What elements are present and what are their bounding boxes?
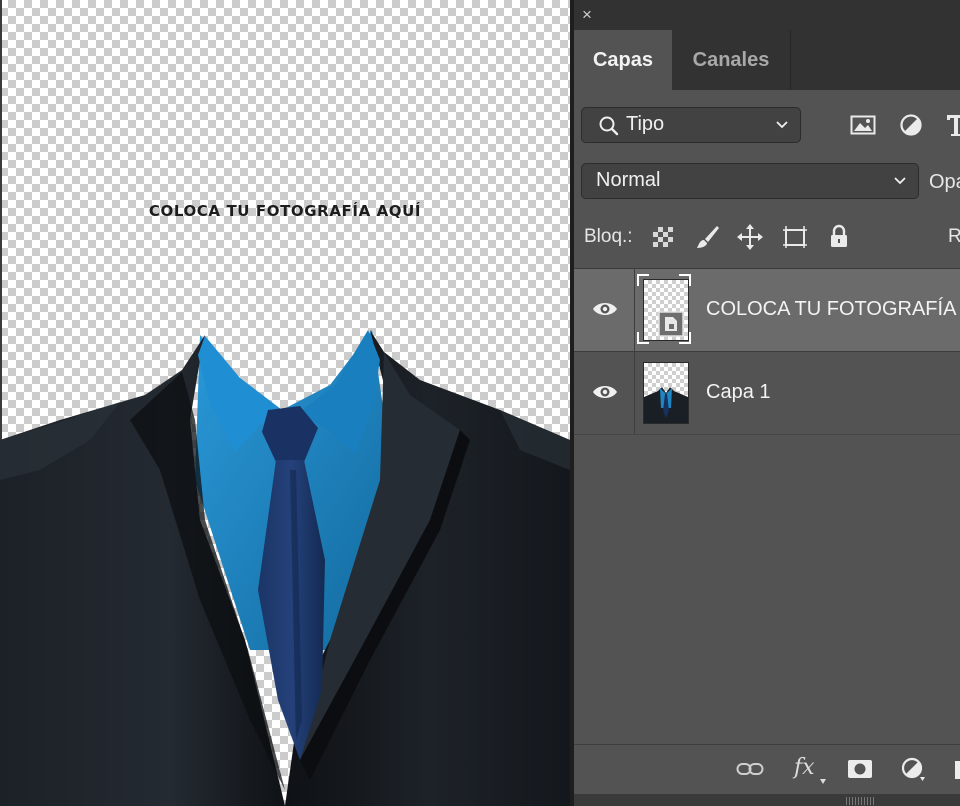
layer-thumbnail[interactable] (643, 362, 689, 424)
lock-artboard-icon[interactable] (781, 224, 809, 250)
chevron-down-icon (894, 177, 906, 185)
lock-transparent-pixels-icon[interactable] (652, 226, 674, 248)
fx-icon[interactable]: fx (794, 755, 815, 780)
image-filter-icon[interactable] (850, 114, 876, 136)
layer-row-capa-1[interactable]: Capa 1 (574, 352, 960, 435)
layers-toolbar: Tipo Normal Opa Bloq.: (574, 90, 960, 269)
chevron-down-icon (776, 121, 788, 129)
suit-image (0, 330, 570, 806)
visibility-toggle[interactable] (574, 269, 635, 351)
filter-type-label: Tipo (626, 113, 665, 135)
new-adjustment-icon[interactable] (901, 757, 925, 781)
layers-panel-footer: fx (574, 744, 960, 795)
resize-grip[interactable] (846, 797, 874, 805)
opacity-label: Opa (929, 171, 960, 193)
fx-menu-arrow-icon (820, 779, 826, 784)
search-icon (599, 116, 619, 136)
document-canvas[interactable]: COLOCA TU FOTOGRAFÍA AQUÍ (0, 0, 570, 806)
tab-capas[interactable]: Capas (574, 30, 672, 90)
lock-image-pixels-icon[interactable] (696, 224, 720, 250)
panel-header-bar: × (574, 0, 960, 30)
panel-tabs: Capas Canales (574, 30, 960, 90)
panel-bottom-bar (574, 794, 960, 806)
visibility-toggle[interactable] (574, 352, 635, 434)
eye-icon[interactable] (592, 299, 618, 319)
layer-name[interactable]: Capa 1 (706, 381, 771, 404)
smart-object-icon (658, 311, 684, 337)
layer-name[interactable]: COLOCA TU FOTOGRAFÍA (706, 298, 956, 321)
blend-mode-dropdown[interactable]: Normal (581, 163, 919, 199)
layers-panel: × Capas Canales Tipo Normal Op Bloq.: R … (574, 0, 960, 806)
type-filter-icon[interactable] (946, 113, 960, 137)
add-mask-icon[interactable] (847, 758, 873, 780)
lock-position-icon[interactable] (737, 224, 763, 250)
blend-mode-label: Normal (596, 169, 661, 191)
filter-type-dropdown[interactable]: Tipo (581, 107, 801, 143)
adjustment-filter-icon[interactable] (899, 113, 923, 137)
lock-all-icon[interactable] (829, 224, 849, 248)
close-panel-icon[interactable]: × (582, 6, 592, 24)
link-layers-icon[interactable] (736, 761, 764, 777)
fill-label: R (948, 226, 960, 247)
suit-thumbnail (644, 387, 688, 423)
eye-icon[interactable] (592, 382, 618, 402)
lock-label: Bloq.: (584, 226, 633, 247)
layer-row-coloca-tu-fotografia[interactable]: COLOCA TU FOTOGRAFÍA (574, 269, 960, 352)
new-group-icon[interactable] (953, 759, 960, 781)
tab-canales[interactable]: Canales (672, 30, 791, 90)
